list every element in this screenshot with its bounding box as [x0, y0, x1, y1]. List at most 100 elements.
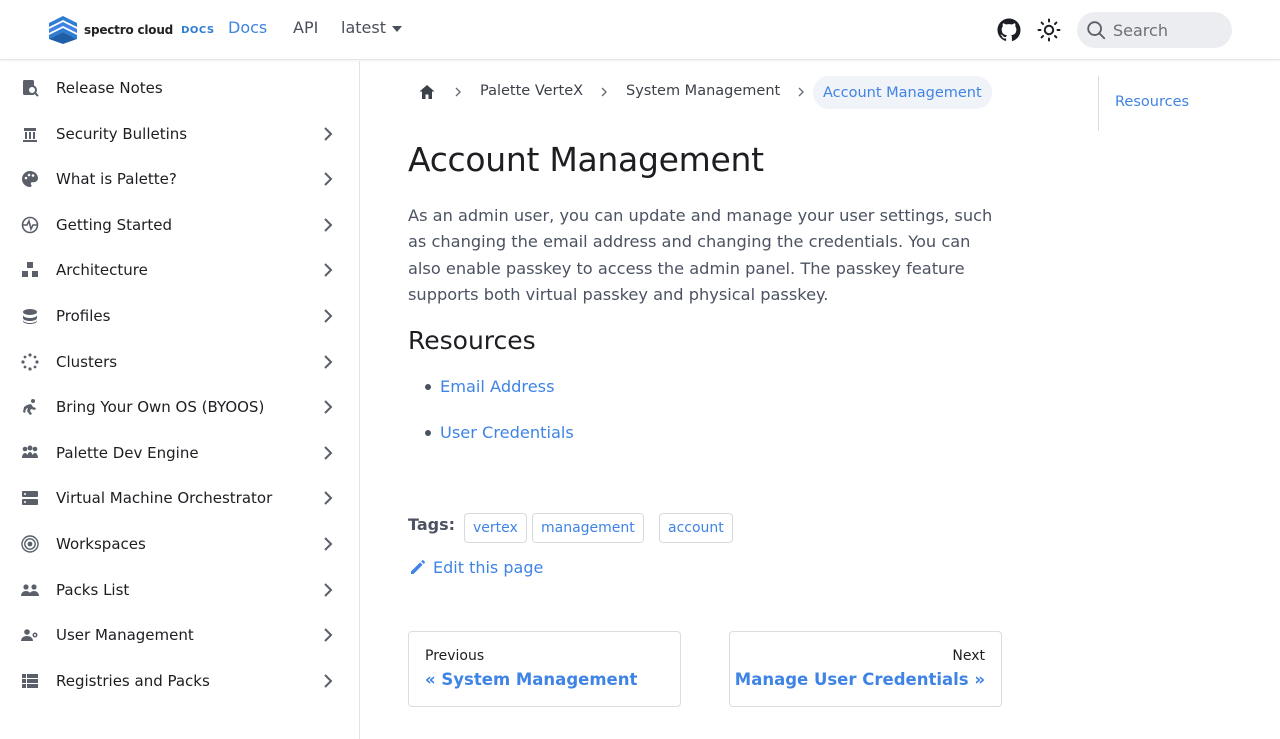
- sidebar-item-label: Clusters: [56, 353, 118, 371]
- sidebar-item-label: Getting Started: [56, 216, 172, 234]
- breadcrumb-separator-icon: [455, 87, 461, 97]
- top-navbar: spectro cloud DOCS Docs API latest Searc…: [0, 0, 1280, 60]
- resources-list: Email Address User Credentials: [408, 374, 574, 466]
- chevron-right-icon[interactable]: [320, 627, 336, 643]
- email-address-link[interactable]: Email Address: [440, 377, 555, 396]
- pager-next-label: Manage User Credentials »: [734, 670, 985, 689]
- dev-engine-icon: [22, 445, 38, 458]
- chevron-right-icon[interactable]: [320, 217, 336, 233]
- sidebar-item-label: User Management: [56, 626, 194, 644]
- breadcrumb-current: Account Management: [813, 76, 992, 109]
- chevron-right-icon[interactable]: [320, 490, 336, 506]
- tag-vertex[interactable]: vertex: [464, 513, 527, 543]
- list-item: Email Address: [408, 374, 574, 420]
- edit-label: Edit this page: [433, 557, 544, 577]
- tag-account[interactable]: account: [659, 513, 733, 543]
- sidebar-item-label: Release Notes: [56, 79, 163, 97]
- search-placeholder: Search: [1113, 20, 1168, 40]
- architecture-icon: [22, 262, 38, 277]
- packs-list-icon: [21, 584, 39, 596]
- workspaces-icon: [21, 535, 39, 553]
- sidebar-item-byoos[interactable]: Bring Your Own OS (BYOOS): [0, 385, 359, 429]
- sidebar-item-packs-list[interactable]: Packs List: [0, 568, 359, 612]
- version-dropdown[interactable]: latest: [341, 18, 402, 37]
- search-icon: [1087, 21, 1106, 40]
- sidebar-item-label: What is Palette?: [56, 170, 177, 188]
- pagination-previous[interactable]: Previous « System Management: [408, 631, 681, 707]
- chevron-right-icon[interactable]: [320, 673, 336, 689]
- sidebar-item-release-notes[interactable]: Release Notes: [0, 66, 359, 110]
- version-label: latest: [341, 18, 386, 37]
- tags-label: Tags:: [408, 515, 456, 534]
- list-item: User Credentials: [408, 420, 574, 466]
- brand-logo[interactable]: spectro cloud DOCS: [47, 15, 215, 45]
- sidebar-item-clusters[interactable]: Clusters: [0, 340, 359, 384]
- breadcrumb: Palette VerteX System Management Account…: [408, 76, 1008, 109]
- chevron-right-icon[interactable]: [320, 171, 336, 187]
- byoos-icon: [23, 399, 36, 415]
- profiles-icon: [23, 309, 37, 324]
- pagination-next[interactable]: Next Manage User Credentials »: [729, 631, 1002, 707]
- pager-previous-label: « System Management: [425, 670, 638, 689]
- registries-icon: [22, 674, 38, 688]
- page-title: Account Management: [408, 140, 764, 179]
- chevron-right-icon[interactable]: [320, 445, 336, 461]
- intro-paragraph: As an admin user, you can update and man…: [408, 206, 993, 305]
- docs-sidebar: Release Notes Security Bulletins What is…: [0, 61, 360, 739]
- chevron-right-icon[interactable]: [320, 536, 336, 552]
- palette-icon: [22, 171, 38, 187]
- sidebar-item-label: Security Bulletins: [56, 125, 188, 143]
- chevron-right-icon[interactable]: [320, 399, 336, 415]
- user-credentials-link[interactable]: User Credentials: [440, 423, 574, 442]
- breadcrumb-separator-icon: [798, 87, 804, 97]
- sidebar-item-registries-and-packs[interactable]: Registries and Packs: [0, 659, 359, 703]
- pencil-icon: [411, 559, 426, 574]
- chevron-right-icon[interactable]: [320, 262, 336, 278]
- sidebar-item-label: Palette Dev Engine: [56, 444, 199, 462]
- chevron-right-icon[interactable]: [320, 308, 336, 324]
- sidebar-item-label: Packs List: [56, 581, 130, 599]
- security-icon: [23, 128, 37, 142]
- chevron-right-icon[interactable]: [320, 126, 336, 142]
- sidebar-item-label: Virtual Machine Orchestrator: [56, 489, 273, 507]
- sidebar-item-label: Profiles: [56, 307, 111, 325]
- spectro-cloud-logo-icon: [49, 16, 77, 44]
- home-icon[interactable]: [418, 83, 436, 101]
- vm-orchestrator-icon: [22, 491, 38, 505]
- sidebar-item-label: Workspaces: [56, 535, 146, 553]
- sidebar-item-what-is-palette[interactable]: What is Palette?: [0, 157, 359, 201]
- sidebar-item-security-bulletins[interactable]: Security Bulletins: [0, 112, 359, 156]
- sidebar-item-user-management[interactable]: User Management: [0, 613, 359, 657]
- clusters-icon: [21, 353, 39, 371]
- github-icon[interactable]: [997, 18, 1021, 42]
- chevron-right-icon[interactable]: [320, 582, 336, 598]
- brand-docs-label: DOCS: [181, 24, 215, 36]
- breadcrumb-item-system-management[interactable]: System Management: [626, 83, 780, 99]
- user-management-icon: [21, 629, 38, 641]
- breadcrumb-item-palette-vertex[interactable]: Palette VerteX: [480, 83, 583, 99]
- sidebar-item-label: Registries and Packs: [56, 672, 210, 690]
- search-box[interactable]: Search: [1077, 12, 1232, 48]
- sidebar-item-palette-dev-engine[interactable]: Palette Dev Engine: [0, 431, 359, 475]
- edit-this-page-link[interactable]: Edit this page: [408, 557, 543, 577]
- sidebar-item-workspaces[interactable]: Workspaces: [0, 522, 359, 566]
- tag-management[interactable]: management: [532, 513, 644, 543]
- sidebar-item-profiles[interactable]: Profiles: [0, 294, 359, 338]
- chevron-right-icon[interactable]: [320, 354, 336, 370]
- toc-item-resources[interactable]: Resources: [1115, 94, 1189, 110]
- sidebar-item-architecture[interactable]: Architecture: [0, 248, 359, 292]
- sidebar-item-getting-started[interactable]: Getting Started: [0, 203, 359, 247]
- resources-heading: Resources: [408, 326, 536, 355]
- brand-name: spectro cloud: [84, 23, 174, 37]
- sidebar-item-virtual-machine-orchestrator[interactable]: Virtual Machine Orchestrator: [0, 476, 359, 520]
- nav-docs-link[interactable]: Docs: [228, 18, 267, 37]
- sidebar-item-label: Bring Your Own OS (BYOOS): [56, 398, 265, 416]
- chevron-down-icon: [391, 25, 402, 32]
- release-notes-icon: [23, 80, 39, 97]
- getting-started-icon: [21, 216, 39, 234]
- nav-api-link[interactable]: API: [293, 18, 318, 37]
- table-of-contents: Resources: [1098, 76, 1248, 131]
- theme-toggle-sun-icon[interactable]: [1037, 18, 1061, 42]
- pager-previous-sub: Previous: [425, 648, 485, 664]
- pager-next-sub: Next: [952, 648, 985, 664]
